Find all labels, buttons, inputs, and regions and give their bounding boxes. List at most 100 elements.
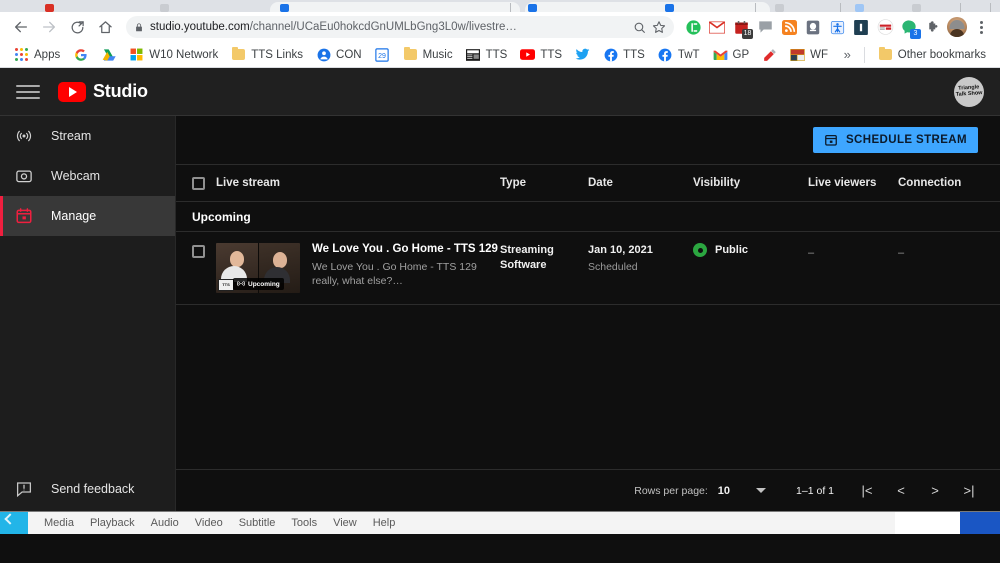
rows-per-page-value[interactable]: 10 bbox=[718, 485, 730, 497]
facebook-icon bbox=[658, 47, 673, 62]
news-extension-icon[interactable] bbox=[874, 16, 896, 38]
sidebar-item-stream[interactable]: Stream bbox=[0, 116, 175, 156]
vlc-menu-items: Media Playback Audio Video Subtitle Tool… bbox=[28, 515, 895, 531]
home-button[interactable] bbox=[92, 14, 118, 40]
puzzle-extensions-icon[interactable] bbox=[922, 16, 944, 38]
reload-button[interactable] bbox=[64, 14, 90, 40]
tab-strip[interactable] bbox=[0, 0, 1000, 12]
select-all-checkbox[interactable] bbox=[192, 176, 205, 190]
next-page-button[interactable]: > bbox=[918, 474, 952, 508]
bookmark-tts-youtube[interactable]: TTS bbox=[514, 45, 568, 64]
bookmark-tts-facebook[interactable]: TTS bbox=[597, 45, 651, 64]
bookmark-twitter[interactable] bbox=[569, 45, 596, 64]
studio-logo[interactable]: Studio bbox=[58, 81, 148, 102]
bookmark-twt-facebook[interactable]: TwT bbox=[652, 45, 706, 64]
messenger-extension-icon[interactable]: 3 bbox=[898, 16, 921, 39]
kebab-menu-icon[interactable] bbox=[970, 20, 992, 34]
vlc-menu-bar: Media Playback Audio Video Subtitle Tool… bbox=[0, 511, 1000, 534]
bookmark-con[interactable]: CON bbox=[310, 45, 368, 64]
studio-body: Stream Webcam Manage Send feedback SCHED… bbox=[0, 116, 1000, 511]
sidebar-item-webcam[interactable]: Webcam bbox=[0, 156, 175, 196]
stream-title: We Love You . Go Home - TTS 129 bbox=[312, 243, 498, 255]
bookmark-tts-news[interactable]: TTS bbox=[460, 45, 514, 64]
gmail-extension-icon[interactable] bbox=[706, 16, 728, 38]
channel-avatar-label: Triangle Talk Show bbox=[955, 84, 983, 98]
bookmark-pen[interactable] bbox=[756, 45, 783, 64]
vlc-menu-help[interactable]: Help bbox=[365, 515, 404, 531]
chat-extension-icon[interactable] bbox=[754, 16, 776, 38]
calendar-icon bbox=[14, 206, 34, 226]
cell-live-stream: TTS Upcoming We Love You . Go Home - TTS… bbox=[205, 243, 500, 293]
vlc-menu-playback[interactable]: Playback bbox=[82, 515, 143, 531]
previous-page-button[interactable]: < bbox=[884, 474, 918, 508]
bookmark-label: GP bbox=[732, 48, 750, 61]
other-bookmarks-button[interactable]: Other bookmarks bbox=[872, 45, 992, 64]
svg-text:29: 29 bbox=[378, 52, 386, 59]
bookmark-calendar[interactable]: 29 bbox=[369, 45, 396, 64]
schedule-stream-button[interactable]: SCHEDULE STREAM bbox=[812, 127, 978, 153]
back-button[interactable] bbox=[8, 14, 34, 40]
table-row[interactable]: TTS Upcoming We Love You . Go Home - TTS… bbox=[176, 232, 1000, 305]
rss-feed-extension-icon[interactable] bbox=[778, 16, 800, 38]
pocket-extension-icon[interactable] bbox=[682, 16, 704, 38]
chevron-down-icon[interactable] bbox=[756, 488, 767, 493]
column-header-connection: Connection bbox=[898, 177, 962, 189]
vlc-menu-audio[interactable]: Audio bbox=[143, 515, 187, 531]
row-checkbox[interactable] bbox=[192, 245, 205, 258]
accessibility-extension-icon[interactable] bbox=[826, 16, 848, 38]
bookmarks-overflow-button[interactable]: » bbox=[838, 45, 857, 64]
vlc-menu-media[interactable]: Media bbox=[36, 515, 82, 531]
vlc-menu-subtitle[interactable]: Subtitle bbox=[231, 515, 284, 531]
table-empty-space bbox=[176, 305, 1000, 469]
cell-type: Streaming Software bbox=[500, 243, 588, 273]
contacts-icon bbox=[316, 47, 331, 62]
bookmark-apps[interactable]: Apps bbox=[8, 45, 66, 64]
vlc-menu-video[interactable]: Video bbox=[187, 515, 231, 531]
bookmark-gp-gmail[interactable]: GP bbox=[707, 45, 756, 64]
pen-icon bbox=[762, 47, 777, 62]
forward-button[interactable] bbox=[36, 14, 62, 40]
bookmark-google-drive[interactable] bbox=[95, 45, 122, 64]
address-bar[interactable]: studio.youtube.com/channel/UCaEu0hokcdGn… bbox=[126, 16, 674, 38]
table-header-row: Live stream Type Date Visibility Live vi… bbox=[176, 164, 1000, 202]
taskbar-active-window[interactable] bbox=[960, 512, 1000, 534]
first-page-button[interactable]: |< bbox=[850, 474, 884, 508]
apps-grid-icon bbox=[14, 47, 29, 62]
camera-icon bbox=[14, 166, 34, 186]
reader-extension-icon[interactable] bbox=[802, 16, 824, 38]
info-extension-icon[interactable] bbox=[850, 16, 872, 38]
sidebar-item-manage[interactable]: Manage bbox=[0, 196, 175, 236]
search-icon[interactable] bbox=[633, 21, 646, 34]
vlc-menu-tools[interactable]: Tools bbox=[283, 515, 325, 531]
last-page-button[interactable]: >| bbox=[952, 474, 986, 508]
messenger-badge: 3 bbox=[910, 29, 921, 39]
bookmark-w10-network[interactable]: W10 Network bbox=[123, 45, 224, 64]
overflow-label: » bbox=[843, 47, 851, 62]
bookmark-label: TTS bbox=[485, 48, 508, 61]
column-header-visibility: Visibility bbox=[693, 177, 741, 189]
google-icon bbox=[73, 47, 88, 62]
column-header-live-stream: Live stream bbox=[216, 177, 280, 189]
calendar-extension-icon[interactable]: 18 bbox=[730, 16, 753, 39]
send-feedback-button[interactable]: Send feedback bbox=[0, 467, 175, 511]
vlc-app-icon[interactable] bbox=[0, 512, 28, 534]
star-icon[interactable] bbox=[652, 20, 666, 34]
folder-icon bbox=[231, 47, 246, 62]
cell-visibility: Public bbox=[693, 243, 808, 257]
bookmark-google[interactable] bbox=[67, 45, 94, 64]
browser-toolbar: studio.youtube.com/channel/UCaEu0hokcdGn… bbox=[0, 12, 1000, 42]
bookmark-wf[interactable]: WF bbox=[784, 45, 834, 64]
studio-content: SCHEDULE STREAM Live stream Type Date Vi… bbox=[176, 116, 1000, 511]
bookmark-tts-links[interactable]: TTS Links bbox=[225, 45, 309, 64]
bookmark-music[interactable]: Music bbox=[397, 45, 459, 64]
hamburger-menu-icon[interactable] bbox=[16, 80, 40, 104]
bookmark-label: TTS bbox=[623, 48, 645, 61]
channel-avatar[interactable]: Triangle Talk Show bbox=[954, 76, 984, 107]
thumbnail-upcoming-badge: Upcoming bbox=[233, 278, 284, 290]
vlc-menu-view[interactable]: View bbox=[325, 515, 365, 531]
broadcast-icon bbox=[14, 126, 34, 146]
content-toolbar: SCHEDULE STREAM bbox=[176, 116, 1000, 164]
profile-avatar[interactable] bbox=[946, 16, 968, 38]
thumbnail-channel-logo: TTS bbox=[218, 279, 234, 291]
stream-thumbnail[interactable]: TTS Upcoming bbox=[216, 243, 300, 293]
